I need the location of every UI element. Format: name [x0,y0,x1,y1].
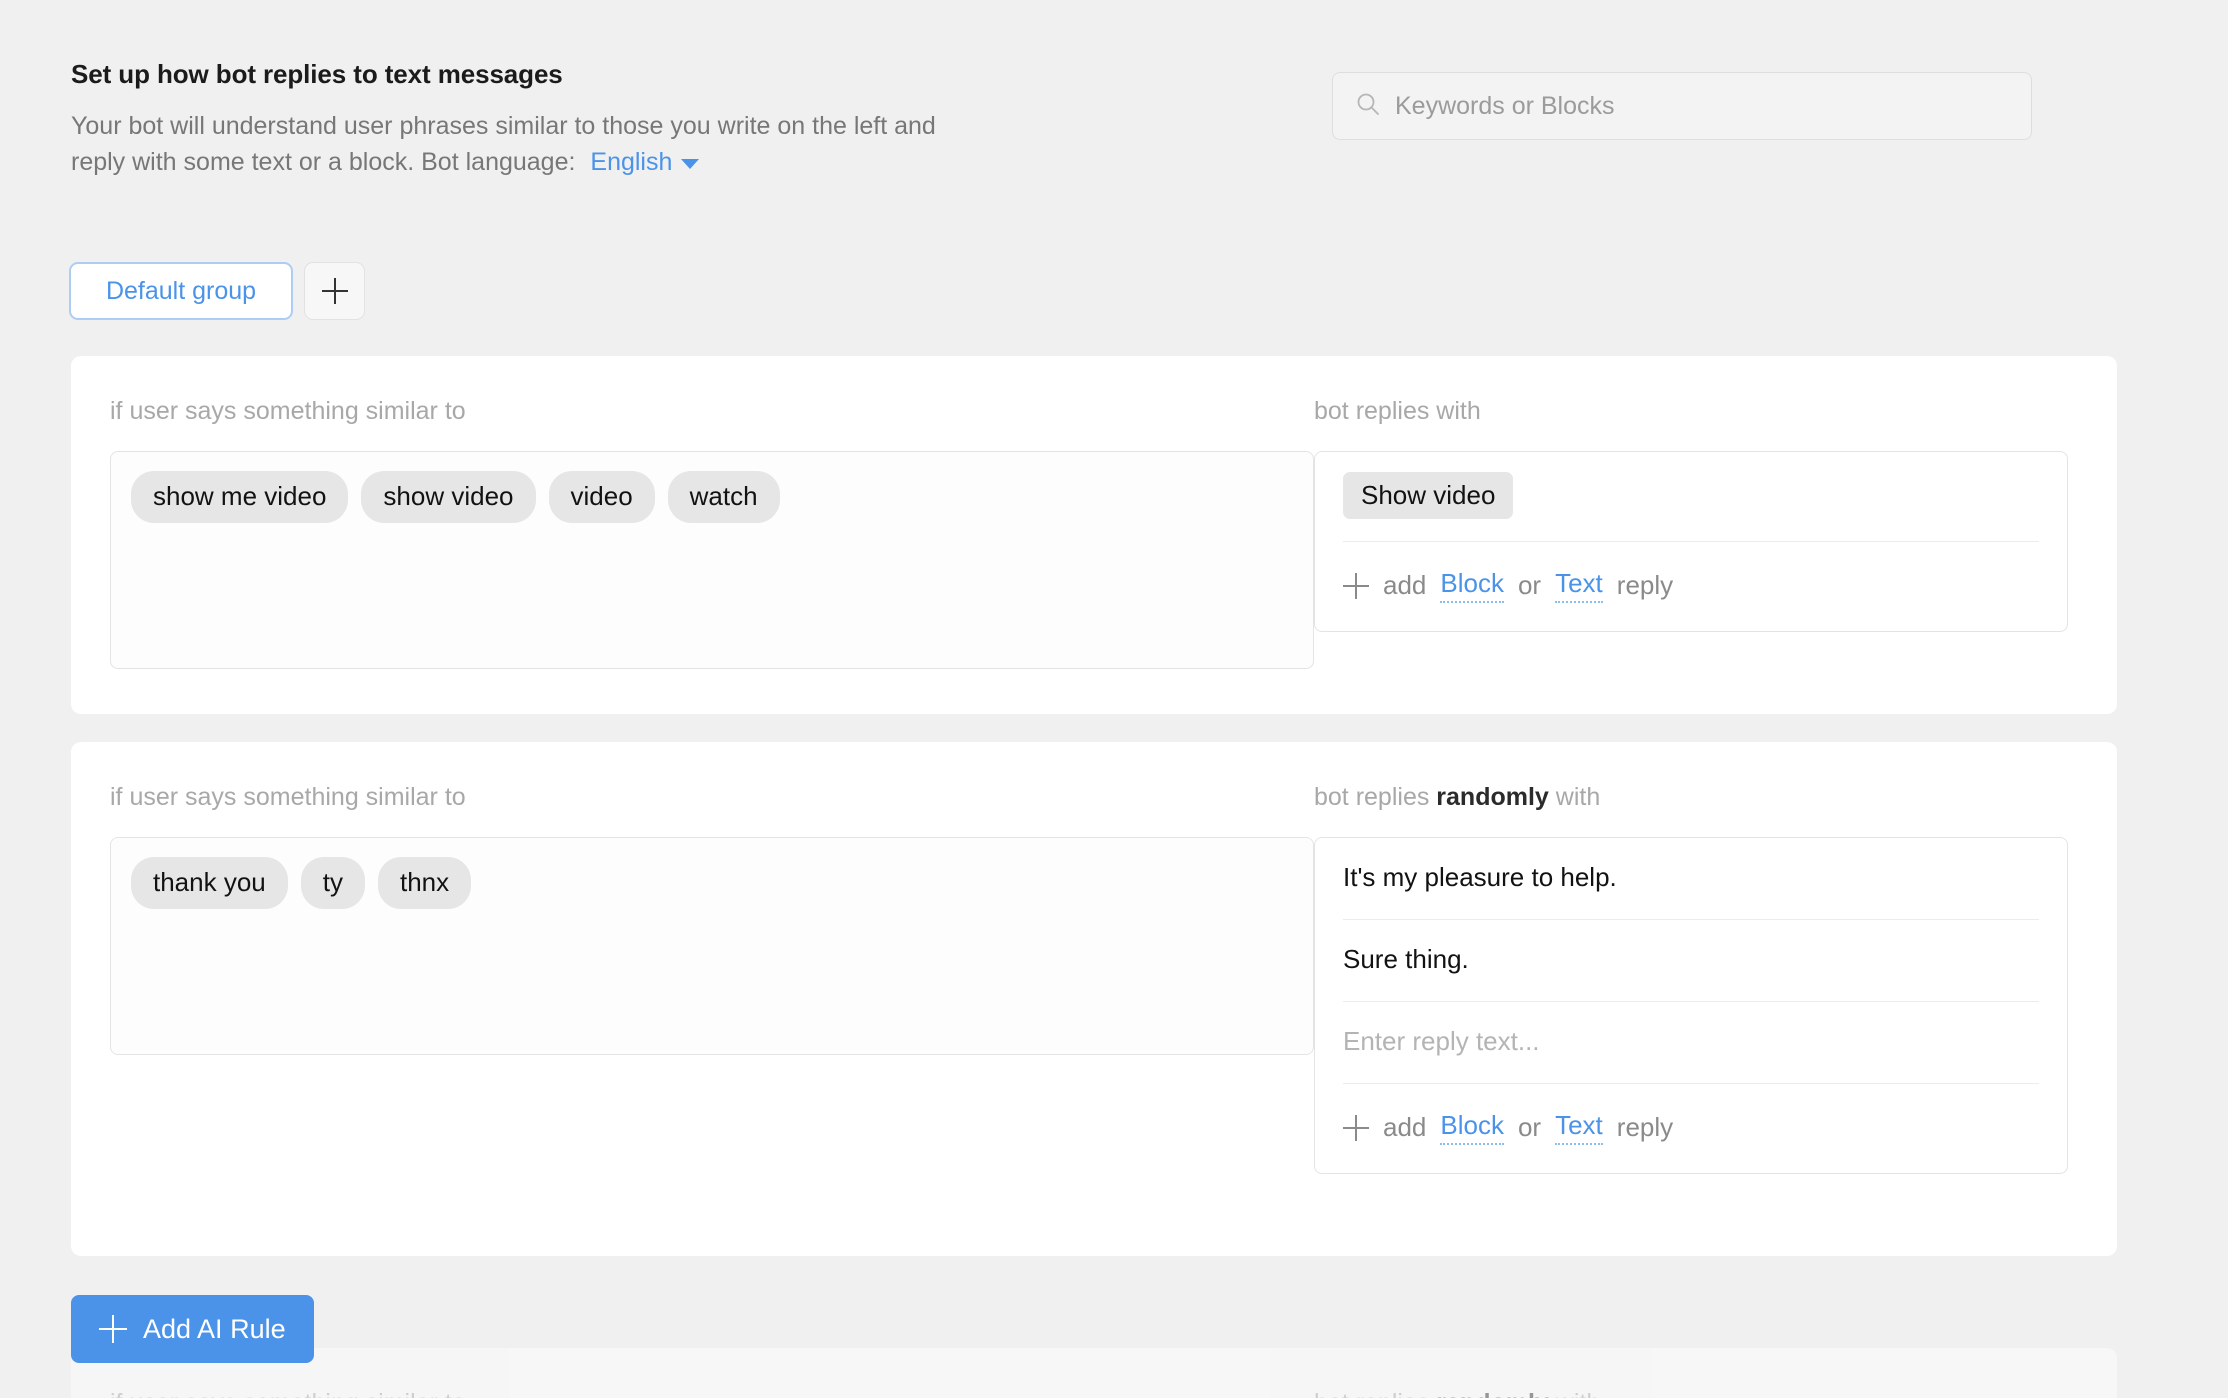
page-header: Set up how bot replies to text messages … [71,58,1271,180]
replies-mode-word: randomly [1436,783,1549,811]
replies-label-suffix: with [1549,783,1600,811]
replies-mode-word: randomly [1436,1389,1549,1398]
add-text-link[interactable]: Text [1555,568,1603,603]
add-reply-row[interactable]: add Block or Text reply [1343,542,2039,631]
add-reply-prefix: add [1383,570,1426,601]
add-block-link[interactable]: Block [1440,1110,1504,1145]
add-ai-rule-label: Add AI Rule [143,1314,286,1345]
rule-replies-column: bot replies randomly with [1314,1348,2117,1398]
block-reply-chip[interactable]: Show video [1343,472,1513,519]
plus-icon [1343,1115,1369,1141]
plus-icon [1343,573,1369,599]
text-reply-row[interactable]: It's my pleasure to help. [1343,838,2039,920]
tab-default-group[interactable]: Default group [69,262,293,320]
add-reply-suffix: reply [1617,570,1673,601]
phrase-input-box[interactable]: thank you ty thnx [110,837,1314,1055]
block-reply-row[interactable]: Show video [1343,452,2039,542]
phrase-input-box[interactable]: show me video show video video watch [110,451,1314,669]
ai-rule-card: if user says something similar to show m… [71,356,2117,714]
chevron-down-icon [681,159,699,169]
phrase-chip[interactable]: watch [668,471,780,523]
description-line-1: Your bot will understand user phrases si… [71,112,936,140]
replies-label: bot replies randomly with [1314,782,2068,812]
add-group-button[interactable] [304,262,365,320]
plus-icon [99,1315,127,1343]
phrases-label: if user says something similar to [110,1388,1314,1398]
search-icon [1355,91,1381,122]
add-block-link[interactable]: Block [1440,568,1504,603]
page-title: Set up how bot replies to text messages [71,58,1271,91]
replies-label: bot replies randomly with [1314,1388,2068,1398]
add-reply-prefix: add [1383,1112,1426,1143]
add-reply-or: or [1518,570,1541,601]
ai-rules-page: Set up how bot replies to text messages … [0,0,2228,1398]
add-reply-suffix: reply [1617,1112,1673,1143]
ai-rule-card: if user says something similar to thank … [71,742,2117,1256]
search-container[interactable] [1332,72,2032,140]
replies-label-suffix: with [1549,1389,1600,1398]
replies-label-prefix: bot replies [1314,783,1436,811]
phrase-chip[interactable]: thnx [378,857,471,909]
phrase-chip[interactable]: ty [301,857,365,909]
phrase-chip[interactable]: show me video [131,471,348,523]
replies-box: Show video add Block or Text reply [1314,451,2068,632]
add-reply-or: or [1518,1112,1541,1143]
add-ai-rule-button[interactable]: Add AI Rule [71,1295,314,1363]
rule-replies-column: bot replies randomly with It's my pleasu… [1314,742,2117,1256]
rule-phrases-column: if user says something similar to thank … [71,742,1314,1256]
ai-rule-card: if user says something similar to bot re… [71,1348,2117,1398]
page-description: Your bot will understand user phrases si… [71,108,1171,181]
replies-box: It's my pleasure to help. Sure thing. En… [1314,837,2068,1174]
add-text-link[interactable]: Text [1555,1110,1603,1145]
rule-phrases-column: if user says something similar to show m… [71,356,1314,714]
add-reply-row[interactable]: add Block or Text reply [1343,1084,2039,1173]
plus-icon [322,278,348,304]
description-line-2: reply with some text or a block. Bot lan… [71,148,575,176]
phrases-label: if user says something similar to [110,396,1314,426]
group-tabs: Default group [69,262,365,320]
bot-language-value: English [590,144,672,180]
replies-label: bot replies with [1314,396,2068,426]
phrases-label: if user says something similar to [110,782,1314,812]
replies-label-prefix: bot replies [1314,1389,1436,1398]
bot-language-dropdown[interactable]: English [590,144,699,180]
phrase-chip[interactable]: thank you [131,857,288,909]
rule-replies-column: bot replies with Show video add Block or… [1314,356,2117,714]
text-reply-row[interactable]: Sure thing. [1343,920,2039,1002]
new-reply-input[interactable]: Enter reply text... [1343,1002,2039,1084]
phrase-chip[interactable]: show video [361,471,535,523]
search-input[interactable] [1395,92,2009,121]
phrase-chip[interactable]: video [549,471,655,523]
